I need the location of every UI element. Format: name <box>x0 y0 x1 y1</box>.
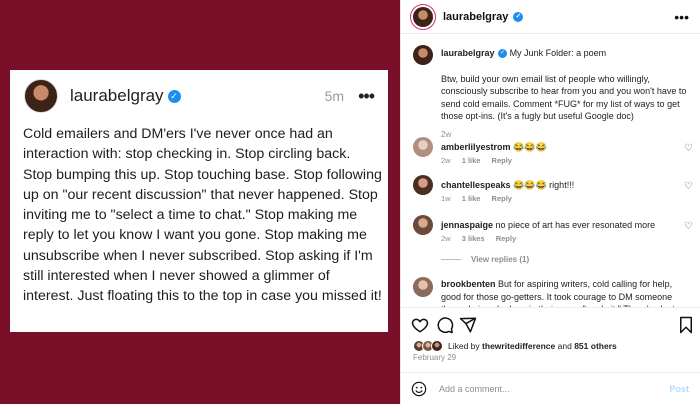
comment-username[interactable]: brookbenten <box>441 279 496 289</box>
comment-time: 2w <box>441 156 451 165</box>
caption-username[interactable]: laurabelgray <box>441 48 495 58</box>
comment-body: 😂😂😂 <box>513 142 547 152</box>
verified-badge-icon: ✓ <box>513 11 524 22</box>
post-header: laurabelgray ✓ ••• <box>401 0 700 34</box>
post-button[interactable]: Post <box>669 384 689 394</box>
more-icon[interactable]: ••• <box>674 9 689 25</box>
instagram-post-view: laurabelgray ✓ 5m ••• Cold emailers and D… <box>0 0 700 404</box>
avatar[interactable] <box>413 6 433 27</box>
view-replies-label[interactable]: View replies (1) <box>471 255 529 264</box>
comment-avatar[interactable] <box>413 215 433 235</box>
card-time: 5m <box>324 88 345 104</box>
heart-icon[interactable]: ♡ <box>684 181 693 192</box>
likes-summary: Liked by thewritedifference and 851 othe… <box>413 339 617 353</box>
caption-text-block: laurabelgray ✓ My Junk Folder: a poem Bt… <box>441 47 691 141</box>
header-username-text[interactable]: laurabelgray <box>443 11 508 23</box>
comment-likes[interactable]: 1 like <box>462 156 481 165</box>
heart-icon[interactable]: ♡ <box>684 143 693 154</box>
comment-text: chantellespeaks 😂😂😂 right!!! <box>441 179 681 192</box>
card-username: laurabelgray ✓ <box>70 86 181 106</box>
bookmark-icon[interactable] <box>677 316 695 334</box>
reply-button[interactable]: Reply <box>492 156 512 165</box>
comment-meta: 2w 3 likes Reply <box>441 234 525 243</box>
liked-by-user[interactable]: thewritedifference <box>482 341 555 351</box>
post-sidebar: laurabelgray ✓ ••• laurabelgray ✓ My Jun… <box>400 0 700 404</box>
heart-icon[interactable]: ♡ <box>684 221 693 232</box>
comment-avatar[interactable] <box>413 137 433 157</box>
comment-text: jennaspaige no piece of art has ever res… <box>441 219 681 232</box>
comment-time: 2w <box>441 234 451 243</box>
caption-avatar[interactable] <box>413 45 433 65</box>
comment-text: amberlilyestrom 😂😂😂 <box>441 141 681 154</box>
post-image[interactable]: laurabelgray ✓ 5m ••• Cold emailers and D… <box>0 0 400 404</box>
likes-text: Liked by thewritedifference and 851 othe… <box>448 341 617 351</box>
likes-prefix: Liked by <box>448 341 480 351</box>
card-header: laurabelgray ✓ 5m ••• <box>24 78 375 114</box>
screenshot-card: laurabelgray ✓ 5m ••• Cold emailers and D… <box>10 70 388 332</box>
comment-username[interactable]: chantellespeaks <box>441 180 511 190</box>
likes-others[interactable]: 851 others <box>574 341 617 351</box>
comment-avatar[interactable] <box>413 277 433 297</box>
caption-title: My Junk Folder: a poem <box>509 48 607 58</box>
caption-paragraph: Btw, build your own email list of people… <box>441 73 687 122</box>
comment-time: 1w <box>441 194 451 203</box>
add-comment-bar: Post <box>401 372 700 404</box>
caption-headline: laurabelgray ✓ My Junk Folder: a poem <box>441 47 691 60</box>
verified-badge-icon: ✓ <box>498 49 508 59</box>
comment-username[interactable]: amberlilyestrom <box>441 142 511 152</box>
liker-avatar <box>431 340 443 352</box>
share-icon[interactable] <box>459 316 477 334</box>
comment-meta: 1w 1 like Reply <box>441 194 521 203</box>
reply-button[interactable]: Reply <box>496 234 516 243</box>
likes-and: and <box>557 341 572 351</box>
card-avatar <box>24 79 58 113</box>
comments-feed[interactable]: laurabelgray ✓ My Junk Folder: a poem Bt… <box>401 35 700 307</box>
card-username-text: laurabelgray <box>70 86 164 105</box>
verified-badge-icon: ✓ <box>167 90 181 104</box>
view-replies-button[interactable]: View replies (1) <box>441 255 529 264</box>
comment-meta: 2w 1 like Reply <box>441 156 521 165</box>
comment-body: no piece of art has ever resonated more <box>495 220 656 230</box>
comment-text: brookbenten But for aspiring writers, co… <box>441 278 681 307</box>
comment-likes[interactable]: 3 likes <box>462 234 485 243</box>
more-icon: ••• <box>358 85 375 106</box>
comment-username[interactable]: jennaspaige <box>441 220 493 230</box>
card-body-text: Cold emailers and DM'ers I've never once… <box>23 126 382 305</box>
comment-body: 😂😂😂 right!!! <box>513 180 575 190</box>
comment-input[interactable] <box>439 383 639 394</box>
comment-likes[interactable]: 1 like <box>462 194 481 203</box>
post-date[interactable]: February 29 <box>413 353 456 362</box>
comment-icon[interactable] <box>436 316 454 334</box>
replies-line <box>441 259 461 261</box>
emoji-icon[interactable] <box>411 381 427 397</box>
reply-button[interactable]: Reply <box>492 194 512 203</box>
header-username[interactable]: laurabelgray ✓ <box>443 11 524 23</box>
caption-time: 2w <box>441 129 452 139</box>
action-bar <box>401 307 700 341</box>
heart-icon[interactable] <box>411 316 429 334</box>
comment-avatar[interactable] <box>413 175 433 195</box>
